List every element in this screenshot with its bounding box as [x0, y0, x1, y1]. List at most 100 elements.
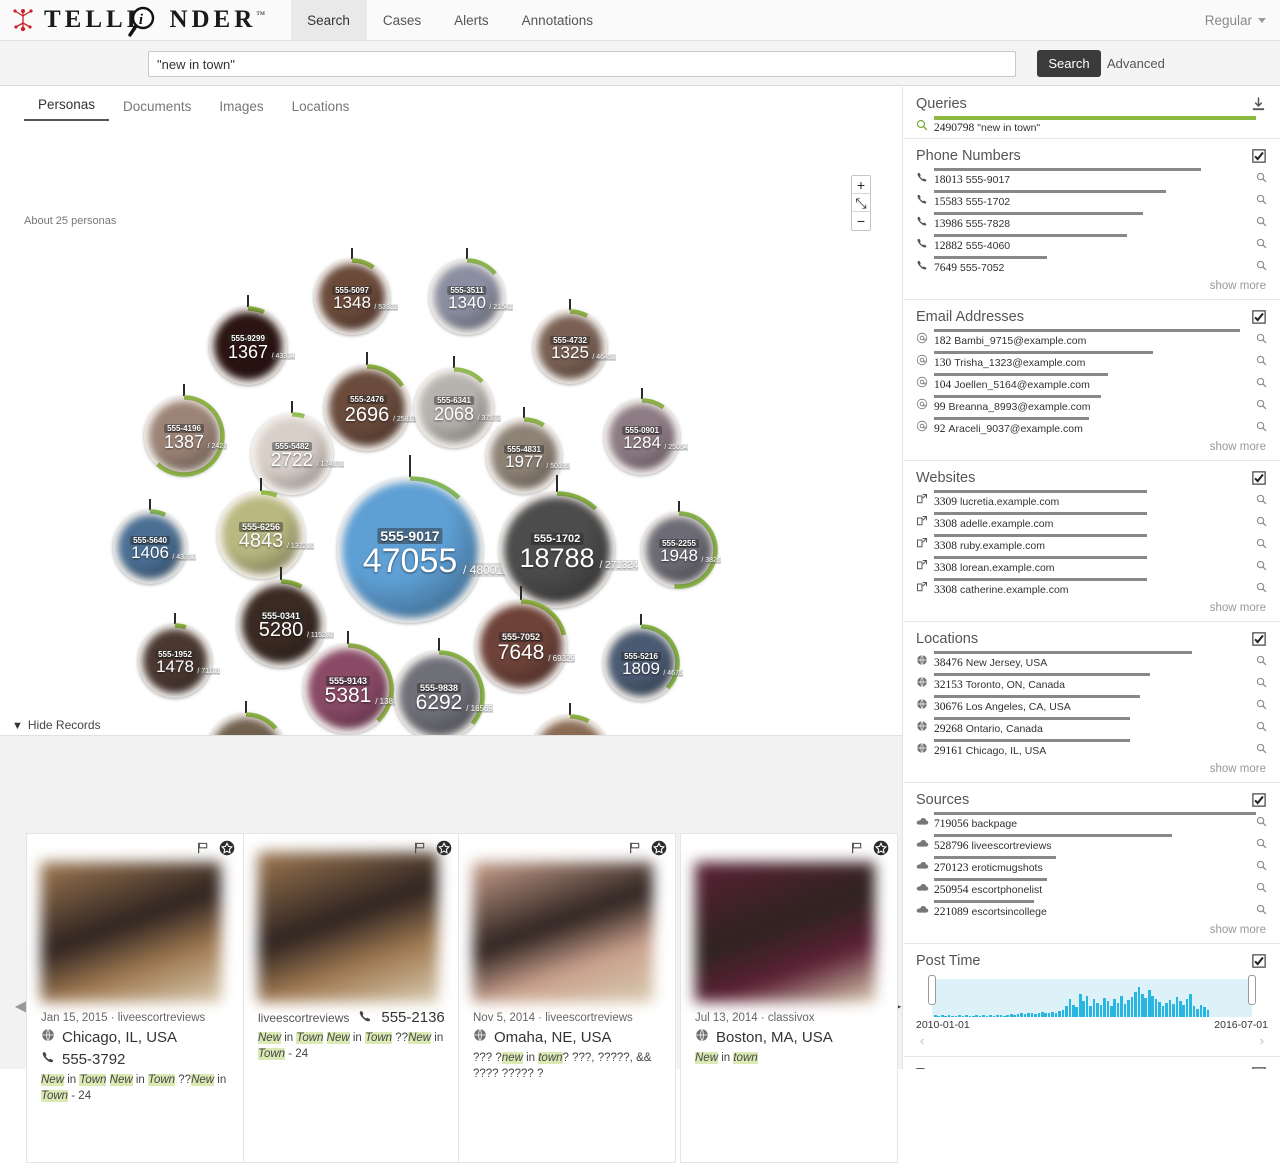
persona-bubble[interactable]: 555-35111340/ 21541: [419, 249, 515, 345]
show-more-locations[interactable]: show more: [904, 761, 1280, 782]
tab-documents[interactable]: Documents: [109, 94, 205, 121]
row-search-icon[interactable]: [1256, 719, 1268, 737]
facet-row[interactable]: 32153Toronto, ON, Canada: [904, 673, 1280, 695]
tab-images[interactable]: Images: [205, 94, 277, 121]
row-search-icon[interactable]: [1256, 697, 1268, 715]
facet-row[interactable]: 7649555-7052: [904, 256, 1280, 278]
facet-row[interactable]: 18013555-9017: [904, 168, 1280, 190]
facet-row[interactable]: 182Bambi_9715@example.com: [904, 329, 1280, 351]
post-time-handle-left[interactable]: [928, 975, 936, 1005]
star-icon[interactable]: [219, 840, 235, 856]
row-search-icon[interactable]: [1256, 814, 1268, 832]
row-search-icon[interactable]: [1256, 492, 1268, 510]
flag-icon[interactable]: [628, 841, 642, 855]
zoom-in-button[interactable]: +: [852, 176, 870, 194]
persona-bubble[interactable]: 555-19521478/ 71101: [128, 614, 222, 708]
star-icon[interactable]: [651, 840, 667, 856]
user-menu[interactable]: Regular: [1205, 0, 1280, 40]
persona-bubble[interactable]: 555-47321325/ 46453: [523, 300, 617, 394]
row-search-icon[interactable]: [1256, 192, 1268, 210]
nav-tab-alerts[interactable]: Alerts: [438, 0, 506, 40]
persona-bubble[interactable]: 555-52161809/ 4675: [593, 615, 689, 711]
facet-row[interactable]: 270123eroticmugshots: [904, 856, 1280, 878]
download-icon[interactable]: [1251, 97, 1266, 112]
facet-checkbox-post-time[interactable]: [1252, 954, 1266, 968]
post-time-slider-track[interactable]: [932, 979, 1252, 1017]
nav-tab-cases[interactable]: Cases: [367, 0, 438, 40]
facet-row[interactable]: 3308catherine.example.com: [904, 578, 1280, 600]
facet-row[interactable]: 2490798"new in town": [904, 116, 1280, 138]
show-more-phone-numbers[interactable]: show more: [904, 278, 1280, 299]
flag-icon[interactable]: [196, 841, 210, 855]
zoom-fit-button[interactable]: ⤡: [852, 194, 870, 212]
facet-sidebar[interactable]: Queries 2490798"new in town" Phone Numbe…: [904, 87, 1280, 1069]
facet-checkbox-phone-numbers[interactable]: [1252, 149, 1266, 163]
row-search-icon[interactable]: [1256, 675, 1268, 693]
record-image[interactable]: [41, 862, 221, 1002]
record-image[interactable]: [695, 862, 875, 1002]
facet-checkbox-locations[interactable]: [1252, 632, 1266, 646]
row-search-icon[interactable]: [1256, 375, 1268, 393]
persona-bubble[interactable]: 555-09011284/ 25054: [594, 389, 690, 485]
brand-logo[interactable]: TELLFONDER™ i: [0, 0, 275, 40]
star-icon[interactable]: [436, 840, 452, 856]
show-more-email-addresses[interactable]: show more: [904, 439, 1280, 460]
row-search-icon[interactable]: [1256, 170, 1268, 188]
facet-row[interactable]: 15583555-1702: [904, 190, 1280, 212]
row-search-icon[interactable]: [1256, 258, 1268, 276]
post-time-handle-right[interactable]: [1248, 975, 1256, 1005]
persona-bubble[interactable]: 555-41961387/ 2427: [134, 386, 234, 486]
facet-row[interactable]: 12882555-4060: [904, 234, 1280, 256]
advanced-search-link[interactable]: Advanced: [1107, 56, 1165, 71]
row-search-icon[interactable]: [1256, 536, 1268, 554]
zoom-out-button[interactable]: −: [852, 212, 870, 230]
facet-row[interactable]: 130Trisha_1323@example.com: [904, 351, 1280, 373]
record-card[interactable]: Nov 5, 2014 · liveescortreviewsOmaha, NE…: [458, 833, 676, 1163]
facet-row[interactable]: 250954escortphonelist: [904, 878, 1280, 900]
facet-checkbox-email-addresses[interactable]: [1252, 310, 1266, 324]
row-search-icon[interactable]: [1256, 858, 1268, 876]
facet-row[interactable]: 99Breanna_8993@example.com: [904, 395, 1280, 417]
facet-row[interactable]: 528796liveescortreviews: [904, 834, 1280, 856]
facet-row[interactable]: 29161Chicago, IL, USA: [904, 739, 1280, 761]
facet-row[interactable]: 104Joellen_5164@example.com: [904, 373, 1280, 395]
persona-bubble[interactable]: 555-22551948/ 3826: [631, 502, 727, 598]
facet-checkbox-sources[interactable]: [1252, 793, 1266, 807]
persona-bubble-graph[interactable]: 555-50971348/ 53922555-35111340/ 2154155…: [0, 127, 902, 802]
hide-records-toggle[interactable]: ▼Hide Records: [12, 718, 101, 732]
show-more-sources[interactable]: show more: [904, 922, 1280, 943]
row-search-icon[interactable]: [1256, 331, 1268, 349]
nav-tab-annotations[interactable]: Annotations: [506, 0, 610, 40]
facet-row[interactable]: 719056backpage: [904, 812, 1280, 834]
facet-row[interactable]: 3308adelle.example.com: [904, 512, 1280, 534]
facet-row[interactable]: 92Araceli_9037@example.com: [904, 417, 1280, 439]
row-search-icon[interactable]: [1256, 741, 1268, 759]
facet-row[interactable]: 13986555-7828: [904, 212, 1280, 234]
record-image[interactable]: [258, 852, 438, 1002]
facet-row[interactable]: 3308lorean.example.com: [904, 556, 1280, 578]
record-card[interactable]: Jan 15, 2015 · liveescortreviewsChicago,…: [26, 833, 244, 1163]
persona-bubble[interactable]: 555-56401406/ 43730: [103, 500, 197, 594]
facet-row[interactable]: 30676Los Angeles, CA, USA: [904, 695, 1280, 717]
row-search-icon[interactable]: [1256, 397, 1268, 415]
search-button[interactable]: Search: [1037, 50, 1101, 77]
facet-row[interactable]: 221089escortsincollege: [904, 900, 1280, 922]
facet-row[interactable]: 3309lucretia.example.com: [904, 490, 1280, 512]
row-search-icon[interactable]: [1256, 236, 1268, 254]
search-input[interactable]: [148, 51, 1016, 77]
row-search-icon[interactable]: [1256, 653, 1268, 671]
tab-personas[interactable]: Personas: [24, 92, 109, 121]
row-search-icon[interactable]: [1256, 558, 1268, 576]
chevron-left-icon[interactable]: ‹: [920, 1033, 924, 1048]
record-card[interactable]: liveescortreviews555-2136New in Town New…: [243, 833, 461, 1163]
row-search-icon[interactable]: [1256, 836, 1268, 854]
row-search-icon[interactable]: [1256, 514, 1268, 532]
facet-row[interactable]: 38476New Jersey, USA: [904, 651, 1280, 673]
facet-row[interactable]: 29268Ontario, Canada: [904, 717, 1280, 739]
nav-tab-search[interactable]: Search: [291, 0, 367, 40]
persona-bubble[interactable]: 555-92991367/ 43314: [199, 297, 297, 395]
row-search-icon[interactable]: [1256, 902, 1268, 920]
row-search-icon[interactable]: [1256, 353, 1268, 371]
tab-locations[interactable]: Locations: [278, 94, 364, 121]
post-time-histogram[interactable]: 2010-01-01 2016-07-01 ‹ ›: [904, 973, 1280, 1056]
